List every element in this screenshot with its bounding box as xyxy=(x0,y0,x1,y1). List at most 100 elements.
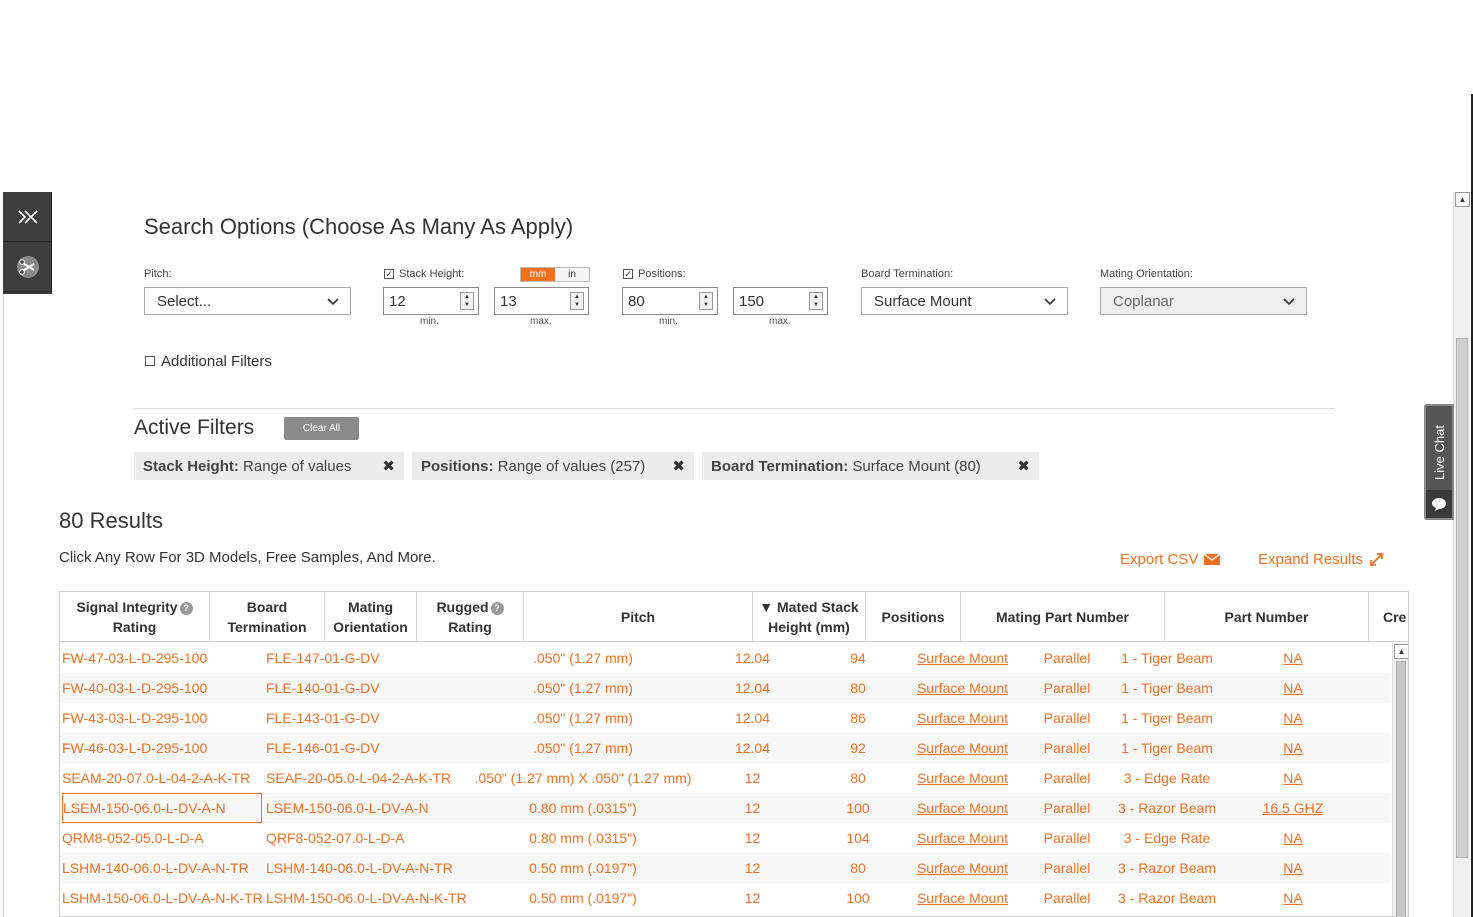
cell-board-termination[interactable]: Surface Mount xyxy=(910,733,1015,763)
cell-board-termination[interactable]: Surface Mount xyxy=(910,763,1015,793)
cell-rugged-rating[interactable]: NA xyxy=(1243,643,1343,673)
cell-pitch: .050" (1.27 mm) xyxy=(533,710,633,726)
cell-stack-height: 12 xyxy=(744,860,761,876)
cell-board-termination[interactable]: Surface Mount xyxy=(910,793,1015,823)
cell-rugged-rating[interactable]: NA xyxy=(1243,703,1343,733)
table-scrollbar[interactable]: ▲ xyxy=(1392,643,1408,916)
header-text: Rugged xyxy=(436,599,489,615)
table-row[interactable]: FW-40-03-L-D-295-100 FLE-140-01-G-DV .050"… xyxy=(60,673,1390,703)
pitch-select[interactable]: Select... xyxy=(144,287,351,315)
table-row[interactable]: LSHM-140-06.0-L-DV-A-N-TR LSHM-140-06.0-L… xyxy=(60,853,1390,883)
col-mating-orientation[interactable]: Mating Orientation xyxy=(325,592,417,642)
cell-rugged-rating[interactable]: NA xyxy=(1243,823,1343,853)
page-scroll-thumb[interactable] xyxy=(1456,338,1468,858)
stack-height-max-value: 13 xyxy=(500,293,517,310)
cell-mating-part-number: FLE-147-01-G-DV xyxy=(266,650,380,666)
remove-filter-icon[interactable]: ✖ xyxy=(382,457,395,475)
table-row[interactable]: LSHM-150-06.0-L-DV-A-N-K-TR LSHM-150-06.0… xyxy=(60,883,1390,913)
header-text: Termination xyxy=(227,619,307,635)
cell-mating-orientation: Parallel xyxy=(1043,710,1091,726)
col-part-number[interactable]: Part Number xyxy=(1165,592,1369,642)
export-csv-link[interactable]: Export CSV xyxy=(1120,551,1221,568)
cell-mating-part-number: LSEM-150-06.0-L-DV-A-N xyxy=(266,800,429,816)
col-pitch[interactable]: Pitch xyxy=(524,592,753,642)
table-row[interactable]: FW-47-03-L-D-295-100 FLE-147-01-G-DV .050"… xyxy=(60,643,1390,673)
stack-height-max-input[interactable]: 13 ▲ ▼ xyxy=(494,287,589,315)
page-scrollbar[interactable]: ▲ xyxy=(1453,192,1470,917)
remove-filter-icon[interactable]: ✖ xyxy=(672,457,685,475)
cut-tool-button[interactable] xyxy=(3,242,52,292)
positions-min-value: 80 xyxy=(628,293,645,310)
live-chat-tab[interactable]: Live Chat xyxy=(1424,404,1454,520)
cell-mating-part-number: FLE-143-01-G-DV xyxy=(266,710,380,726)
mating-orientation-select[interactable]: Coplanar xyxy=(1100,287,1307,315)
col-board-termination[interactable]: Board Termination xyxy=(210,592,325,642)
unit-in-button[interactable]: in xyxy=(555,268,589,281)
table-scroll-thumb[interactable] xyxy=(1396,661,1406,916)
positions-max-caption: max. xyxy=(769,316,791,327)
scroll-up-arrow-icon[interactable]: ▲ xyxy=(1455,192,1470,207)
header-text: Board xyxy=(246,599,288,615)
cell-board-termination[interactable]: Surface Mount xyxy=(910,883,1015,913)
filter-chip-stack-height[interactable]: Stack Height: Range of values ✖ xyxy=(134,452,404,480)
col-signal-integrity[interactable]: Signal Integrity? Rating xyxy=(60,592,210,642)
cell-board-termination[interactable]: Surface Mount xyxy=(910,823,1015,853)
col-positions[interactable]: Positions xyxy=(866,592,961,642)
stack-height-min-input[interactable]: 12 ▲ ▼ xyxy=(383,287,479,315)
cell-board-termination[interactable]: Surface Mount xyxy=(910,643,1015,673)
positions-max-value: 150 xyxy=(739,293,765,310)
unit-mm-button[interactable]: mm xyxy=(521,268,555,281)
spinner-icon[interactable]: ▲ ▼ xyxy=(699,292,713,310)
scroll-up-arrow-icon[interactable]: ▲ xyxy=(1394,644,1408,659)
remove-filter-icon[interactable]: ✖ xyxy=(1017,457,1030,475)
table-row[interactable]: QRM8-052-05.0-L-D-A QRF8-052-07.0-L-D-A 0.… xyxy=(60,823,1390,853)
col-rugged-rating[interactable]: Rugged? Rating xyxy=(417,592,524,642)
cell-positions: 94 xyxy=(850,650,866,666)
positions-max-input[interactable]: 150 ▲ ▼ xyxy=(733,287,828,315)
header-text: Signal Integrity xyxy=(76,599,178,615)
board-termination-select[interactable]: Surface Mount xyxy=(861,287,1068,315)
clear-all-button[interactable]: Clear All xyxy=(284,417,359,440)
table-row[interactable]: LSEM-150-06.0-L-DV-A-N LSEM-150-06.0-L-DV… xyxy=(60,793,1390,823)
cell-rugged-rating[interactable]: 16.5 GHZ xyxy=(1243,793,1343,823)
cell-rugged-rating[interactable]: NA xyxy=(1243,883,1343,913)
cell-board-termination[interactable]: Surface Mount xyxy=(910,673,1015,703)
stack-max-caption: max. xyxy=(530,316,552,327)
envelope-icon xyxy=(1204,553,1221,565)
cell-signal-integrity: 1 - Tiger Beam xyxy=(1121,650,1213,666)
collapse-tool-button[interactable] xyxy=(3,192,52,242)
filter-chip-positions[interactable]: Positions: Range of values (257) ✖ xyxy=(412,452,694,480)
cell-rugged-rating[interactable]: NA xyxy=(1243,853,1343,883)
filter-chip-board-termination[interactable]: Board Termination: Surface Mount (80) ✖ xyxy=(702,452,1039,480)
positions-checkbox[interactable]: ✓ xyxy=(623,269,633,279)
col-cre[interactable]: Cre xyxy=(1369,592,1408,642)
table-row[interactable]: FW-43-03-L-D-295-100 FLE-143-01-G-DV .050"… xyxy=(60,703,1390,733)
spinner-icon[interactable]: ▲ ▼ xyxy=(570,292,584,310)
header-text: Rating xyxy=(112,619,157,635)
spinner-icon[interactable]: ▲ ▼ xyxy=(460,292,474,310)
spinner-icon[interactable]: ▲ ▼ xyxy=(809,292,823,310)
export-csv-label: Export CSV xyxy=(1120,551,1199,568)
additional-filters-checkbox[interactable] xyxy=(145,356,155,366)
cell-pitch: 0.50 mm (.0197") xyxy=(529,890,637,906)
cell-rugged-rating[interactable]: NA xyxy=(1243,733,1343,763)
header-text: Orientation xyxy=(333,619,408,635)
cell-part-number: FW-47-03-L-D-295-100 xyxy=(62,650,208,666)
table-row[interactable]: SEAM-20-07.0-L-04-2-A-K-TR SEAF-20-05.0-L… xyxy=(60,763,1390,793)
cell-rugged-rating[interactable]: NA xyxy=(1243,763,1343,793)
cell-rugged-rating[interactable]: NA xyxy=(1243,673,1343,703)
unit-toggle[interactable]: mm in xyxy=(520,267,590,282)
positions-min-input[interactable]: 80 ▲ ▼ xyxy=(622,287,718,315)
expand-results-link[interactable]: Expand Results xyxy=(1258,551,1384,568)
help-icon[interactable]: ? xyxy=(490,602,504,615)
scissors-icon xyxy=(16,255,39,278)
cell-board-termination[interactable]: Surface Mount xyxy=(910,853,1015,883)
stack-height-checkbox[interactable]: ✓ xyxy=(384,269,394,279)
col-mated-stack-height[interactable]: ▼ Mated Stack Height (mm) xyxy=(753,592,866,642)
col-mating-part-number[interactable]: Mating Part Number xyxy=(961,592,1165,642)
help-icon[interactable]: ? xyxy=(179,602,193,615)
table-row[interactable]: FW-46-03-L-D-295-100 FLE-146-01-G-DV .050"… xyxy=(60,733,1390,763)
cell-board-termination[interactable]: Surface Mount xyxy=(910,703,1015,733)
additional-filters-label[interactable]: Additional Filters xyxy=(161,353,272,370)
table-header: Signal Integrity? Rating Board Termination… xyxy=(60,592,1408,642)
